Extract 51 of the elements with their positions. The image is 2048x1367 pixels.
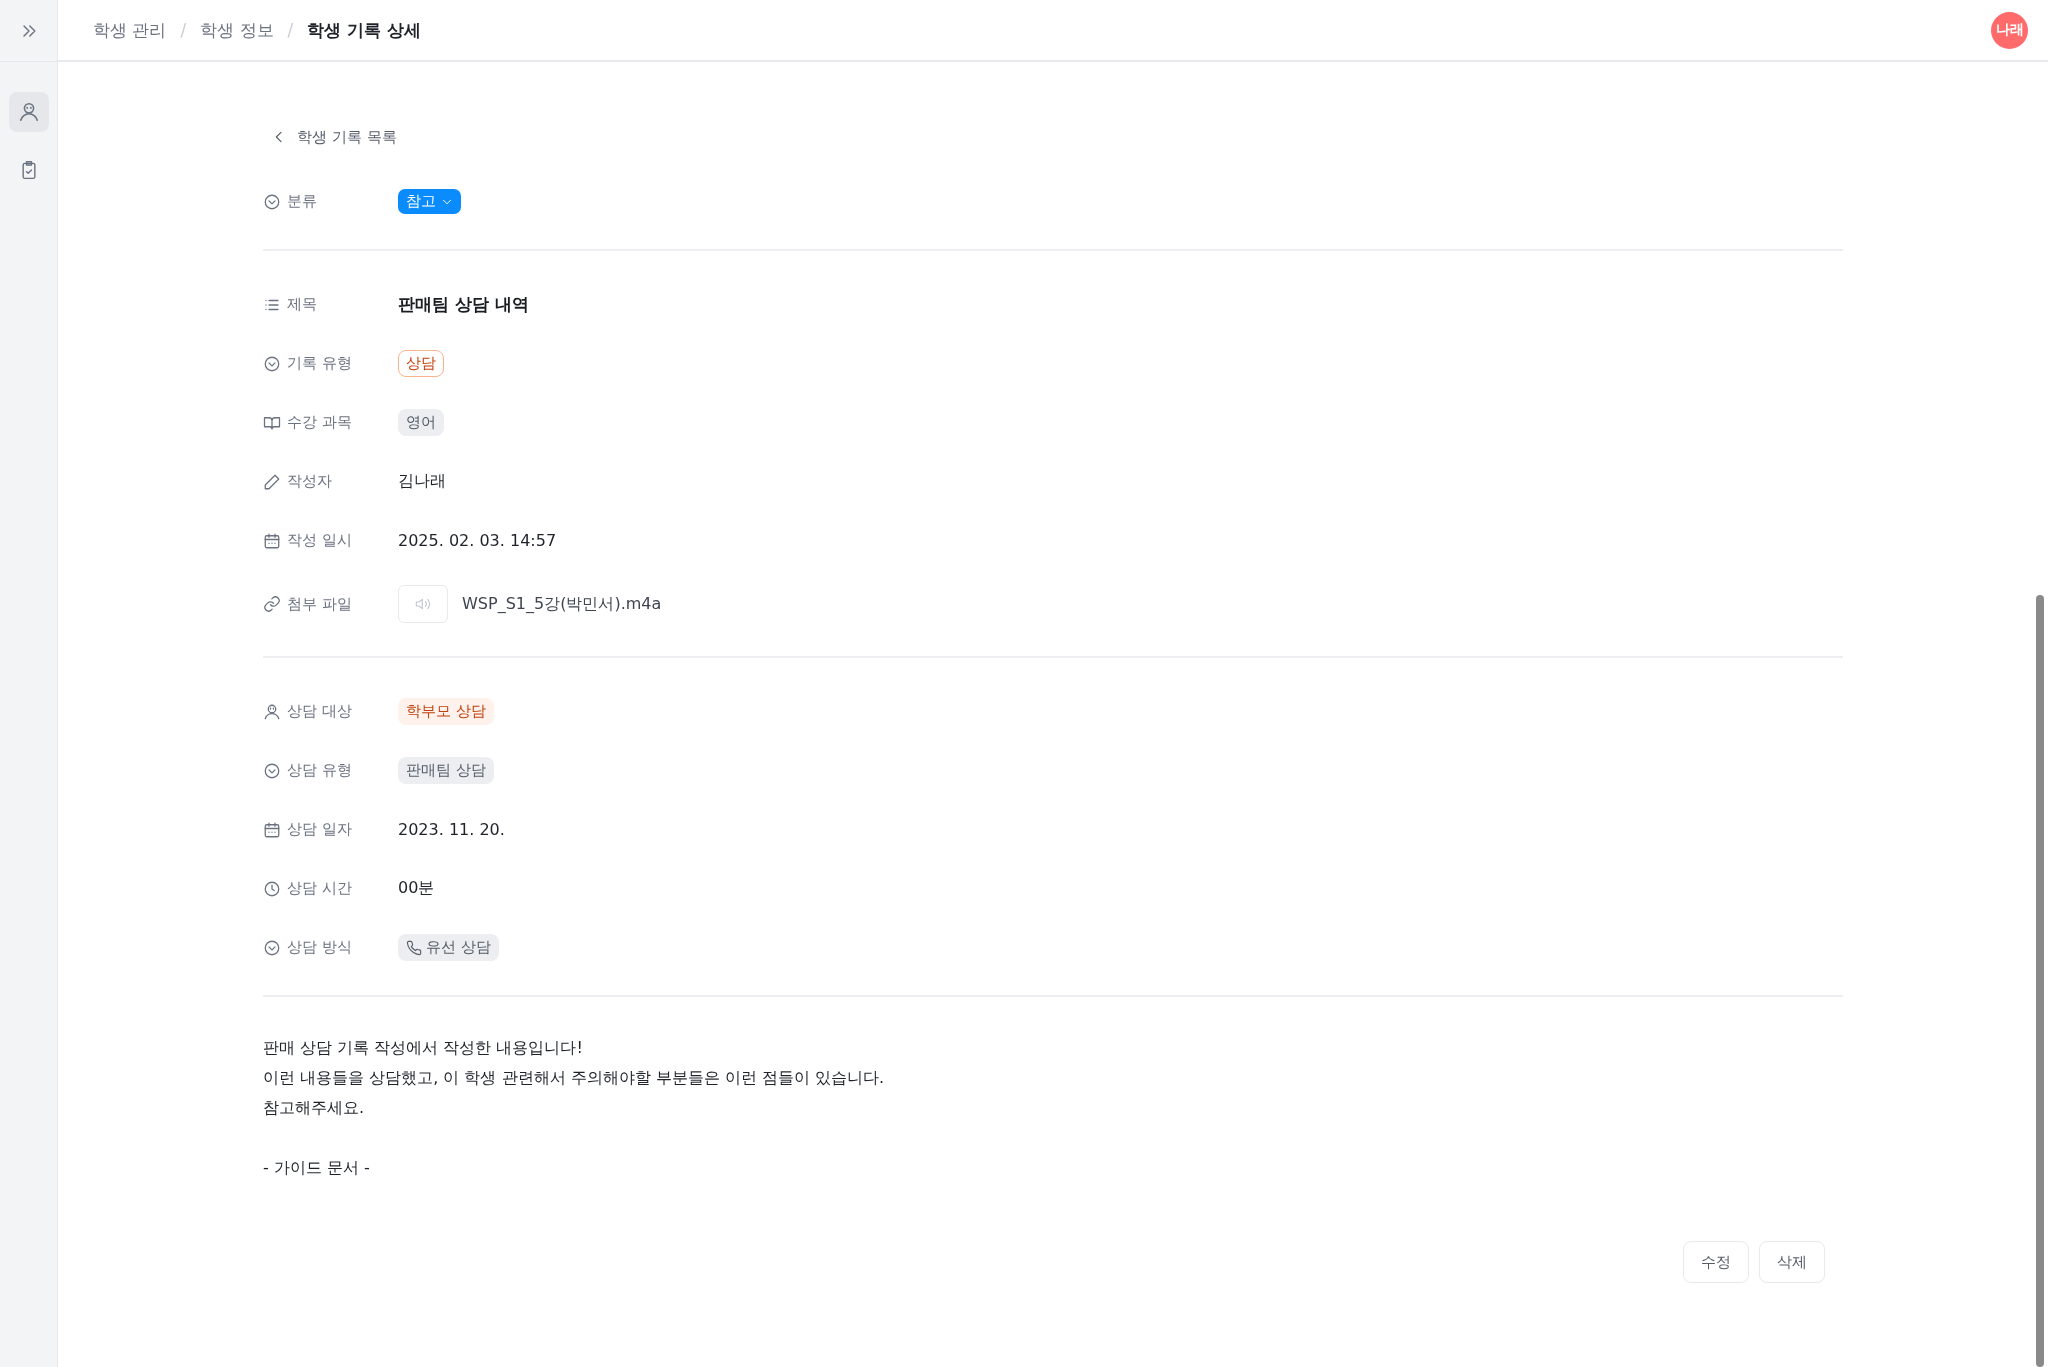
field-label: 작성 일시 <box>287 531 352 550</box>
field-label: 기록 유형 <box>287 354 352 373</box>
note-text: 이런 내용들을 상담했고, 이 학생 관련해서 주의해야할 부분들은 이런 점들이 있습니다. <box>263 1067 886 1089</box>
field-label: 수강 과목 <box>287 413 352 432</box>
pencil-icon <box>263 472 281 491</box>
scrollbar[interactable] <box>2036 595 2044 1367</box>
person-icon <box>263 702 281 721</box>
chevron-circle-icon <box>263 761 281 780</box>
link-icon <box>263 595 281 613</box>
field-label: 제목 <box>287 295 317 314</box>
breadcrumb-item[interactable]: 학생 기록 상세 <box>307 18 422 42</box>
category-dropdown[interactable]: 참고 <box>398 189 461 214</box>
field-label: 분류 <box>287 192 317 211</box>
person-icon <box>17 101 40 123</box>
field-value: 2025. 02. 03. 14:57 <box>398 531 557 550</box>
file-link[interactable]: WSP_S1_5강(박민서).m4a <box>462 593 662 615</box>
tag: 유선 상담 <box>398 934 499 961</box>
field-label: 상담 시간 <box>287 879 352 898</box>
breadcrumb-item[interactable]: 학생 관리 <box>93 18 167 42</box>
field-label: 상담 유형 <box>287 761 352 780</box>
note-text: 판매 상담 기록 작성에서 작성한 내용입니다! <box>263 1037 584 1059</box>
back-link[interactable]: 학생 기록 목록 <box>271 124 1843 150</box>
calendar-icon <box>263 820 281 839</box>
phone-icon <box>406 939 422 956</box>
field-label: 상담 대상 <box>287 702 352 721</box>
action-button[interactable]: 삭제 <box>1759 1241 1825 1283</box>
action-button[interactable]: 수정 <box>1683 1241 1749 1283</box>
chevron-circle-icon <box>263 192 281 211</box>
speaker-icon <box>415 596 431 612</box>
breadcrumb-item[interactable]: 학생 정보 <box>200 18 274 42</box>
field-label: 작성자 <box>287 472 332 491</box>
tag: 판매팀 상담 <box>398 757 494 784</box>
chevron-circle-icon <box>263 354 281 373</box>
note-text: 참고해주세요. <box>263 1097 366 1119</box>
tag: 상담 <box>398 350 444 377</box>
sidebar-item[interactable] <box>8 92 49 132</box>
field-value: 김나래 <box>398 471 446 492</box>
breadcrumb-separator: / <box>180 20 187 40</box>
field-label: 상담 방식 <box>287 938 352 957</box>
field-value: 00분 <box>398 878 435 899</box>
tag: 학부모 상담 <box>398 698 494 725</box>
tag: 영어 <box>398 409 444 436</box>
field-value: 2023. 11. 20. <box>398 820 505 839</box>
record-title: 판매팀 상담 내역 <box>398 293 529 316</box>
field-label: 상담 일자 <box>287 820 352 839</box>
note-text: - 가이드 문서 - <box>263 1157 371 1179</box>
calendar-icon <box>263 531 281 550</box>
clock-icon <box>263 879 281 898</box>
breadcrumb-separator: / <box>287 20 294 40</box>
field-label: 첨부 파일 <box>287 594 352 614</box>
chevron-circle-icon <box>263 938 281 957</box>
